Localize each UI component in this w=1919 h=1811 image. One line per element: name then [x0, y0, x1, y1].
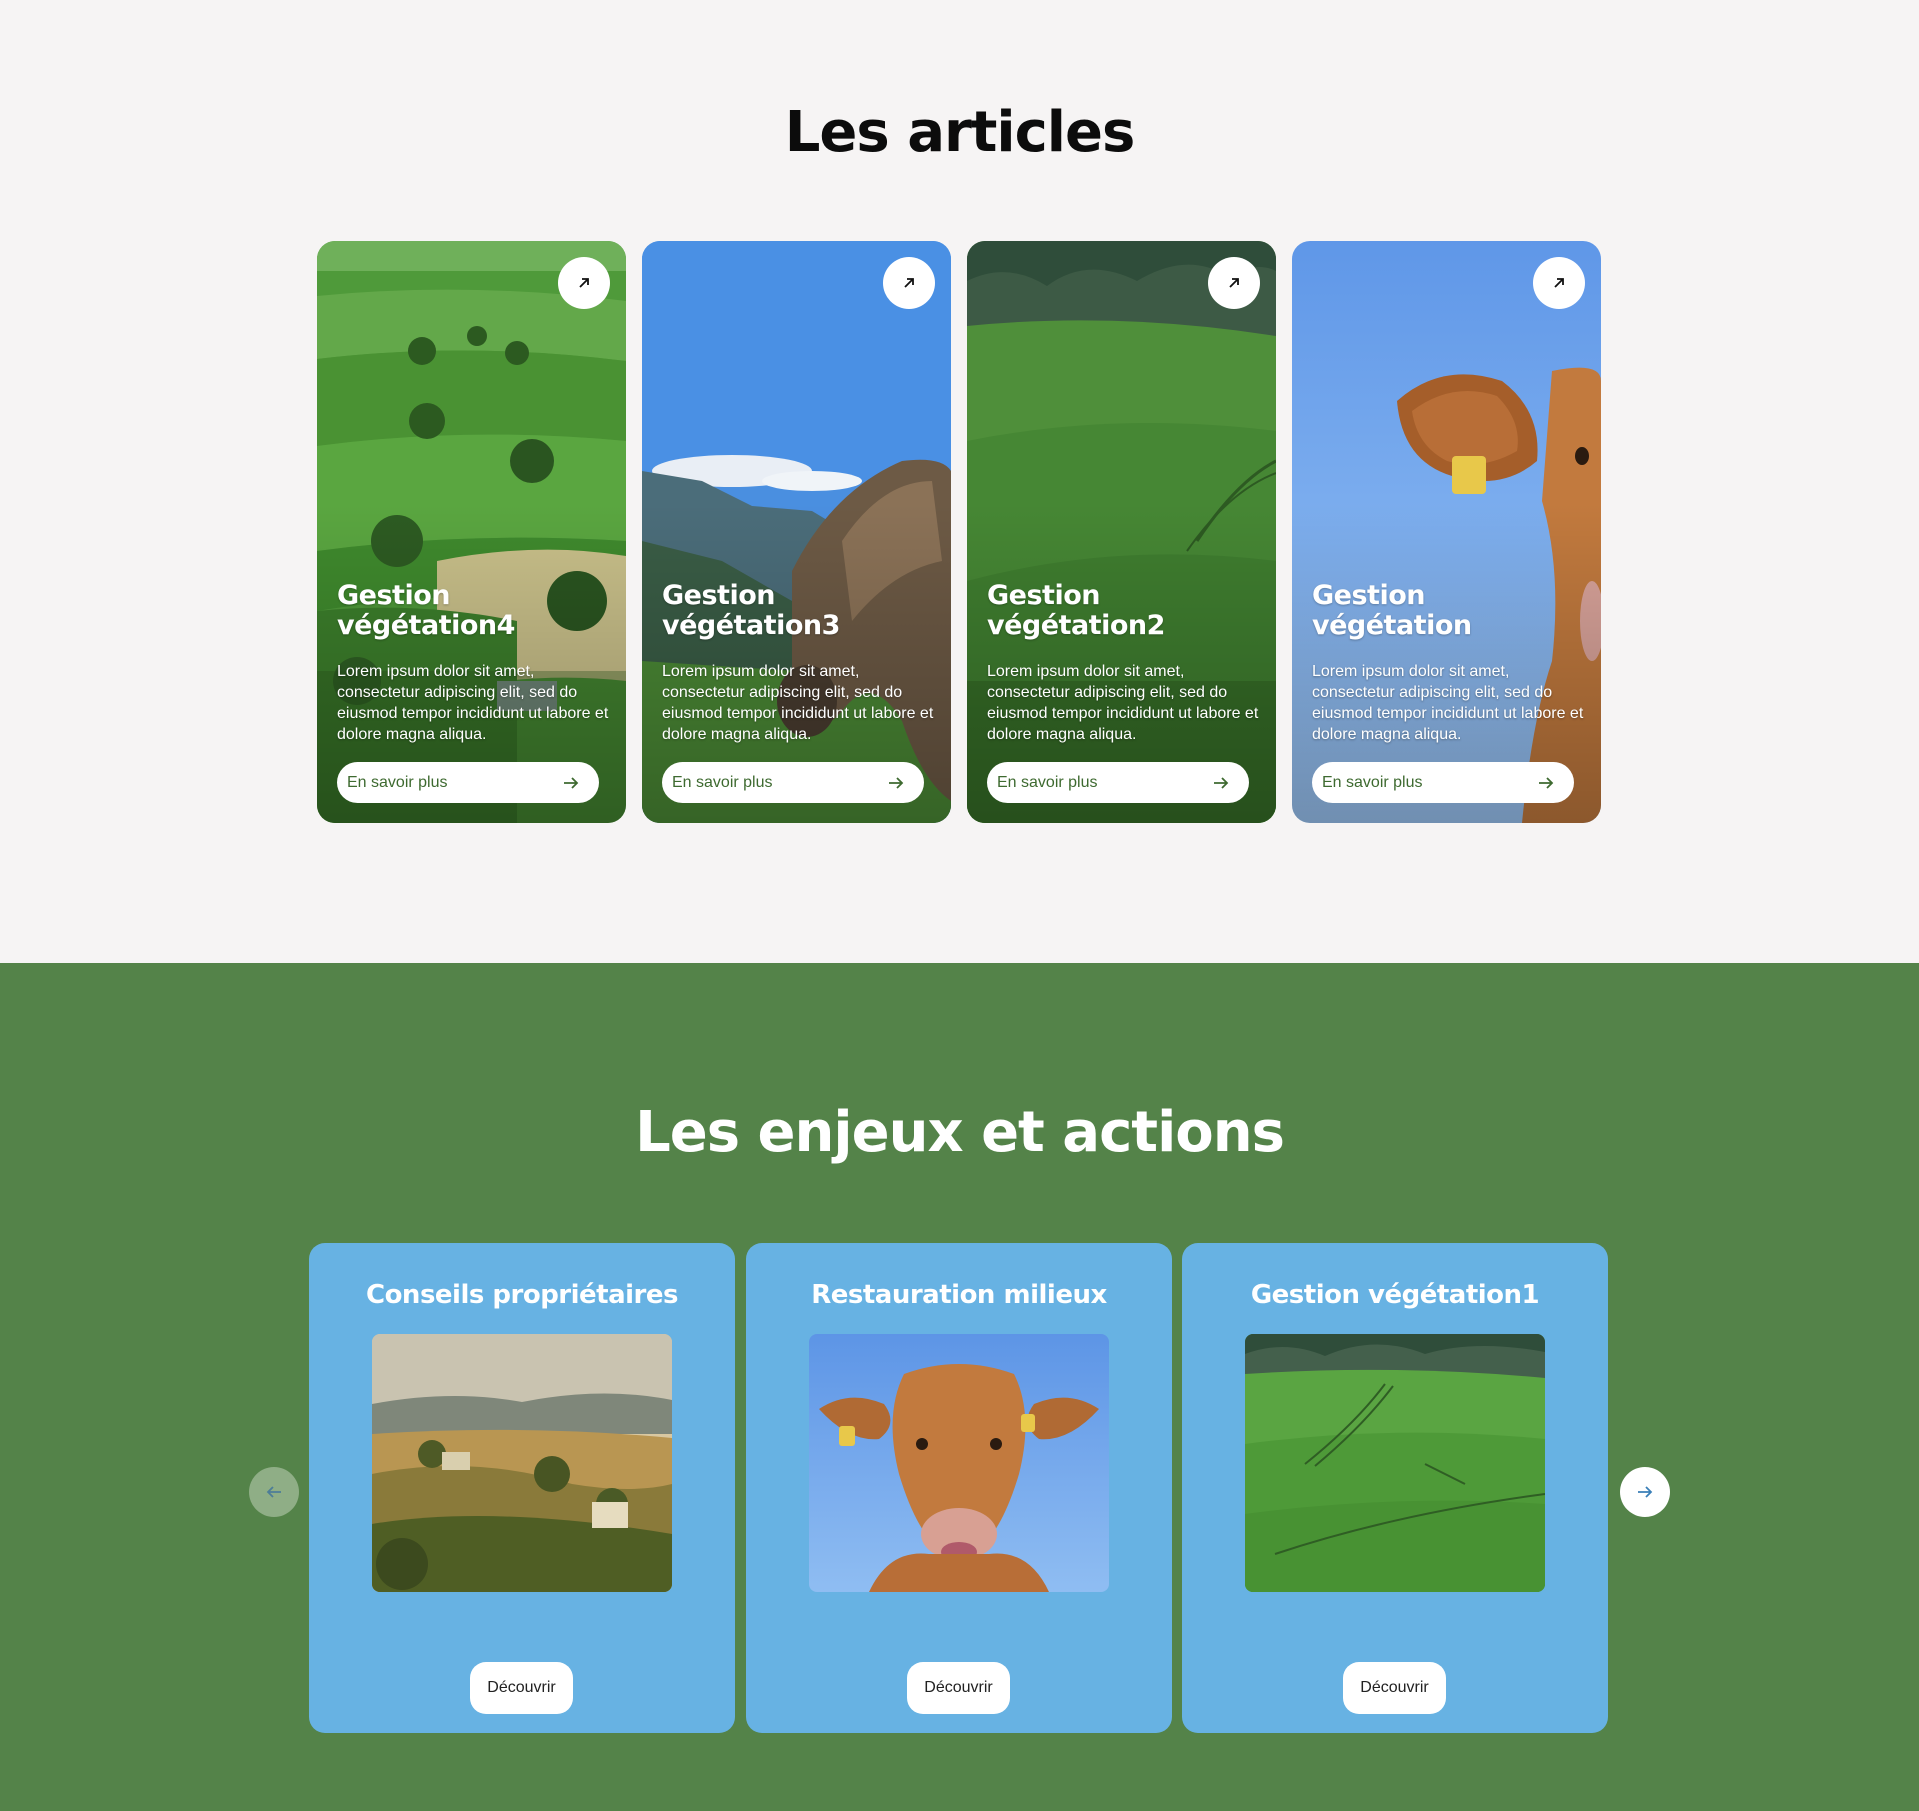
article-excerpt: Lorem ipsum dolor sit amet, consectetur … [987, 663, 1259, 743]
arrow-right-icon [889, 776, 904, 789]
article-card[interactable]: Gestion végétation3 Lorem ipsum dolor si… [642, 241, 951, 823]
discover-button[interactable]: Découvrir [907, 1662, 1010, 1714]
enjeux-heading: Les enjeux et actions [635, 1100, 1285, 1165]
article-title: Gestion végétation3 [662, 580, 840, 641]
enjeu-image [372, 1334, 672, 1592]
read-more-label: En savoir plus [997, 773, 1098, 791]
arrow-right-icon [1214, 776, 1229, 789]
enjeu-title: Conseils propriétaires [365, 1280, 679, 1310]
article-title: Gestion végétation [1312, 580, 1472, 641]
read-more-button[interactable]: En savoir plus [337, 762, 599, 803]
article-excerpt: Lorem ipsum dolor sit amet, consectetur … [337, 663, 609, 743]
article-excerpt: Lorem ipsum dolor sit amet, consectetur … [662, 663, 934, 743]
discover-button[interactable]: Découvrir [470, 1662, 573, 1714]
article-card[interactable]: Gestion végétation Lorem ipsum dolor sit… [1292, 241, 1601, 823]
enjeu-card[interactable]: Gestion végétation1 Découvrir [1182, 1243, 1608, 1733]
discover-button[interactable]: Découvrir [1343, 1662, 1446, 1714]
arrow-up-right-icon [579, 278, 589, 288]
carousel-prev-button[interactable] [249, 1467, 299, 1517]
enjeu-image [809, 1334, 1109, 1592]
enjeu-image [1245, 1334, 1545, 1592]
arrow-right-icon [1539, 776, 1554, 789]
arrow-up-right-icon [904, 278, 914, 288]
arrow-right-icon [1638, 1486, 1653, 1498]
open-article-button[interactable] [1208, 257, 1260, 309]
read-more-button[interactable]: En savoir plus [1312, 762, 1574, 803]
open-article-button[interactable] [558, 257, 610, 309]
article-excerpt: Lorem ipsum dolor sit amet, consectetur … [1312, 663, 1584, 743]
article-card[interactable]: Gestion végétation4 Lorem ipsum dolor si… [317, 241, 626, 823]
enjeux-section: Les enjeux et actions Conseils propriéta… [0, 963, 1919, 1811]
enjeu-title: Restauration milieux [811, 1280, 1107, 1310]
articles-section: Les articles Gestion végétation4 Lorem i… [0, 0, 1919, 963]
read-more-label: En savoir plus [347, 773, 448, 791]
arrow-up-right-icon [1229, 278, 1239, 288]
read-more-label: En savoir plus [1322, 773, 1423, 791]
article-card[interactable]: Gestion végétation2 Lorem ipsum dolor si… [967, 241, 1276, 823]
article-title: Gestion végétation2 [987, 580, 1165, 641]
read-more-label: En savoir plus [672, 773, 773, 791]
arrow-up-right-icon [1554, 278, 1564, 288]
arrow-left-icon [266, 1486, 281, 1498]
open-article-button[interactable] [1533, 257, 1585, 309]
enjeu-card[interactable]: Conseils propriétaires Découvrir [309, 1243, 735, 1733]
read-more-button[interactable]: En savoir plus [987, 762, 1249, 803]
enjeu-card[interactable]: Restauration milieux Découvrir [746, 1243, 1172, 1733]
articles-heading: Les articles [784, 100, 1136, 165]
carousel-next-button[interactable] [1620, 1467, 1670, 1517]
article-title: Gestion végétation4 [337, 580, 515, 641]
read-more-button[interactable]: En savoir plus [662, 762, 924, 803]
arrow-right-icon [564, 776, 579, 789]
open-article-button[interactable] [883, 257, 935, 309]
enjeu-title: Gestion végétation1 [1250, 1280, 1540, 1310]
